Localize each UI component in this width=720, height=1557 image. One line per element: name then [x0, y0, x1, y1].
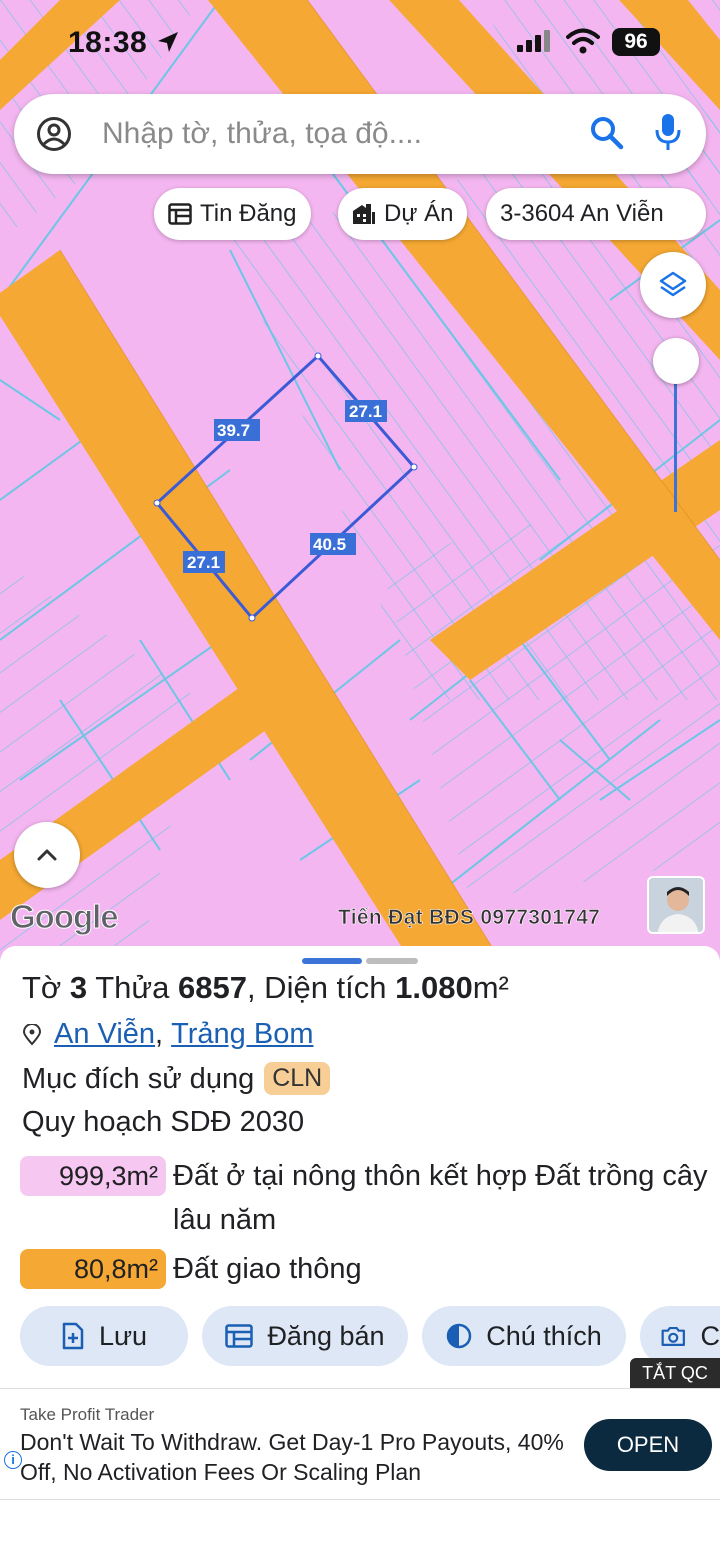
camera-button-label: C: [700, 1320, 720, 1351]
save-add-icon: [62, 1322, 84, 1350]
avatar: [647, 876, 705, 934]
camera-button[interactable]: C: [640, 1306, 720, 1366]
chip-current-parcel[interactable]: 3-3604 An Viễn: [486, 188, 706, 240]
purpose-row: Mục đích sử dụng CLN: [22, 1062, 331, 1096]
cellular-signal-icon: [517, 30, 550, 52]
location-arrow-icon: [158, 32, 178, 52]
chip-parcel-label: 3-3604 An Viễn: [500, 200, 664, 227]
search-icon[interactable]: [588, 114, 626, 152]
map-pin-icon: [22, 1023, 42, 1046]
building-icon: [353, 204, 375, 224]
search-input[interactable]: [102, 112, 562, 156]
chip-projects[interactable]: Dự Án: [338, 188, 468, 240]
save-button[interactable]: Lưu: [20, 1306, 188, 1366]
close-ad-button[interactable]: TẮT QC: [630, 1358, 720, 1388]
chip-listings[interactable]: Tin Đăng: [154, 188, 311, 240]
account-icon[interactable]: [36, 116, 72, 152]
page-indicator-active: [302, 958, 362, 964]
chip-listings-label: Tin Đăng: [200, 200, 297, 227]
status-time: 18:38: [68, 26, 148, 59]
ad-banner[interactable]: Take Profit Trader Don't Wait To Withdra…: [0, 1388, 720, 1500]
ad-info-icon[interactable]: i: [4, 1451, 22, 1469]
edge-label-bottom-right: 40.5: [313, 535, 346, 554]
search-bar[interactable]: [14, 94, 706, 174]
google-logo: Google: [10, 898, 120, 936]
zone-description: Đất ở tại nông thôn kết hợp Đất trồng câ…: [173, 1160, 708, 1236]
edge-label-top-left: 39.7: [217, 421, 250, 440]
page-indicator: [366, 958, 418, 964]
post-sale-button-label: Đăng bán: [267, 1320, 385, 1351]
post-icon: [225, 1324, 254, 1348]
battery-indicator: 96: [612, 28, 660, 56]
person-photo-icon: [649, 878, 703, 932]
zone-description: Đất giao thông: [173, 1253, 362, 1285]
list-icon: [168, 203, 192, 225]
post-sale-button[interactable]: Đăng bán: [202, 1306, 408, 1366]
ward-link[interactable]: An Viễn: [54, 1018, 155, 1051]
ad-brand: Take Profit Trader: [20, 1405, 155, 1424]
legend-button[interactable]: Chú thích: [422, 1306, 626, 1366]
purpose-code-badge: CLN: [264, 1062, 331, 1095]
edge-label-top-right: 27.1: [349, 402, 382, 421]
legend-icon: [446, 1323, 472, 1349]
ad-open-button[interactable]: OPEN: [584, 1419, 712, 1471]
plan-label: Quy hoạch SDĐ 2030: [22, 1106, 305, 1138]
status-bar: 18:38 96: [0, 0, 720, 86]
legend-button-label: Chú thích: [486, 1320, 602, 1351]
wifi-icon: [566, 28, 600, 54]
microphone-icon[interactable]: [654, 112, 682, 154]
parcel-location: An Viễn, Trảng Bom: [22, 1018, 313, 1051]
ad-text: Don't Wait To Withdraw. Get Day-1 Pro Pa…: [20, 1429, 564, 1485]
layers-button[interactable]: [640, 252, 706, 318]
camera-icon: [661, 1326, 685, 1346]
zone-area-badge: 999,3m²: [20, 1156, 166, 1196]
parcel-title: Tờ 3 Thửa 6857, Diện tích 1.080m²: [22, 970, 509, 1005]
opacity-slider-handle[interactable]: [653, 338, 699, 384]
edge-label-bottom-left: 27.1: [187, 553, 220, 572]
zone-area-badge: 80,8m²: [20, 1249, 166, 1289]
chevron-up-icon: [37, 849, 57, 861]
chip-projects-label: Dự Án: [384, 200, 454, 227]
watermark-text: Tiến Đạt BĐS 0977301747: [338, 906, 601, 930]
expand-sheet-button[interactable]: [14, 822, 80, 888]
save-button-label: Lưu: [98, 1320, 148, 1351]
layers-icon: [659, 271, 687, 297]
district-link[interactable]: Trảng Bom: [171, 1018, 313, 1051]
